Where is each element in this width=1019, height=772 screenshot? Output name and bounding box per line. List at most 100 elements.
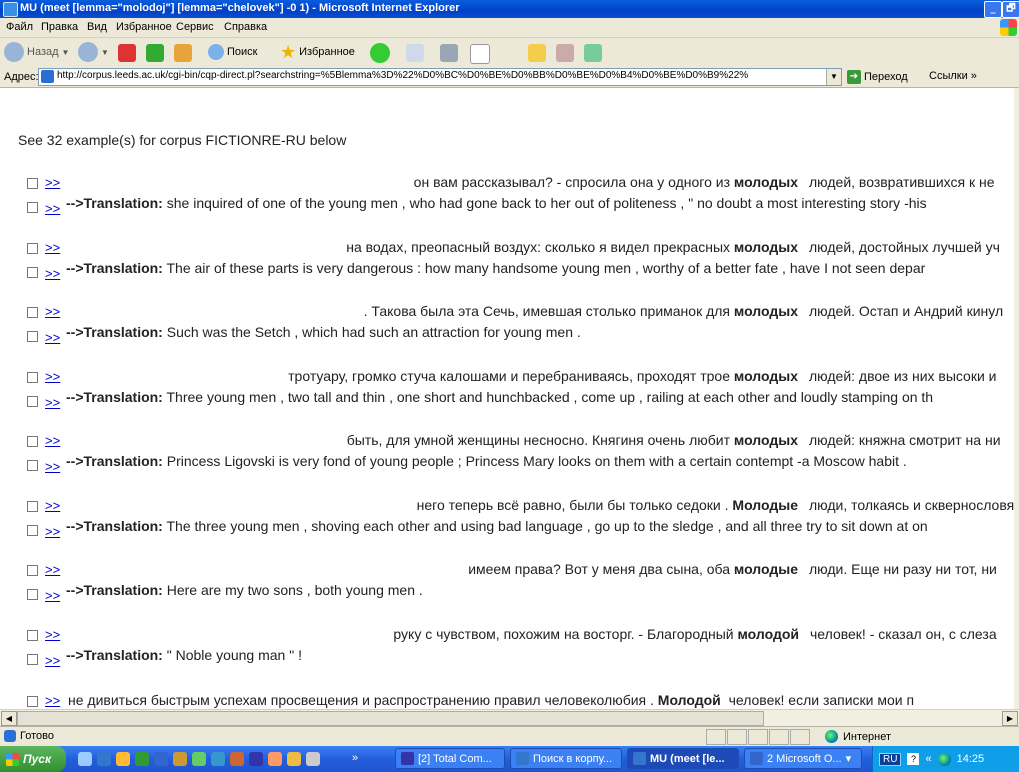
menu-view[interactable]: Вид xyxy=(87,21,107,33)
translation-label: -->Translation: xyxy=(66,389,163,405)
expand-link[interactable]: >> xyxy=(45,433,60,448)
word-icon[interactable] xyxy=(154,752,168,766)
language-indicator[interactable]: RU xyxy=(879,752,902,766)
expand-link[interactable]: >> xyxy=(45,562,60,577)
folder-icon[interactable] xyxy=(528,44,546,62)
network-icon xyxy=(937,752,951,766)
quicklaunch-chevron[interactable]: » xyxy=(352,752,358,764)
mail-icon[interactable] xyxy=(406,44,424,62)
toolbar: Назад ▼ ▼ Поиск ★ Избранное xyxy=(0,38,1019,68)
save-icon[interactable] xyxy=(249,752,263,766)
select-checkbox[interactable] xyxy=(27,307,38,318)
desktop-icon[interactable] xyxy=(78,752,92,766)
stop-icon[interactable] xyxy=(118,44,136,62)
search-button[interactable]: Поиск xyxy=(208,41,257,63)
messenger-icon[interactable] xyxy=(584,44,602,62)
edit-icon[interactable] xyxy=(470,44,490,64)
translation-text: Such was the Setch , which had such an a… xyxy=(166,324,581,340)
ie-quicklaunch-icon[interactable] xyxy=(97,752,111,766)
refresh-icon[interactable] xyxy=(146,44,164,62)
app-icon[interactable] xyxy=(287,752,301,766)
expand-link[interactable]: >> xyxy=(45,395,60,410)
select-checkbox[interactable] xyxy=(27,202,38,213)
select-checkbox[interactable] xyxy=(27,331,38,342)
vertical-scrollbar[interactable] xyxy=(1014,88,1019,709)
scroll-left-icon[interactable]: ◀ xyxy=(1,711,17,726)
task-microsoft-office[interactable]: 2 Microsoft O... ▾ xyxy=(744,748,862,769)
translation-text: Three young men , two tall and thin , on… xyxy=(166,389,934,405)
scroll-thumb[interactable] xyxy=(17,711,764,726)
select-checkbox[interactable] xyxy=(27,243,38,254)
select-checkbox[interactable] xyxy=(27,501,38,512)
expand-link[interactable]: >> xyxy=(45,175,60,190)
select-checkbox[interactable] xyxy=(27,654,38,665)
expand-link[interactable]: >> xyxy=(45,498,60,513)
select-checkbox[interactable] xyxy=(27,630,38,641)
quick-launch xyxy=(78,752,320,766)
translation-row: >> -->Translation: Three young men , two … xyxy=(0,388,1014,410)
app-icon[interactable] xyxy=(173,752,187,766)
print-icon[interactable] xyxy=(440,44,458,62)
expand-link[interactable]: >> xyxy=(45,330,60,345)
translation-row: >> -->Translation: The three young men , … xyxy=(0,517,1014,539)
outlook-icon[interactable] xyxy=(116,752,130,766)
start-button[interactable]: Пуск xyxy=(0,746,66,772)
select-checkbox[interactable] xyxy=(27,589,38,600)
task-label: Поиск в корпу... xyxy=(533,752,613,765)
maximize-button[interactable]: 🗗 xyxy=(1002,1,1019,18)
app-icon[interactable] xyxy=(192,752,206,766)
select-checkbox[interactable] xyxy=(27,436,38,447)
scroll-right-icon[interactable]: ▶ xyxy=(1002,711,1018,726)
translation-label: -->Translation: xyxy=(66,195,163,211)
translation-line: -->Translation: " Noble young man " ! xyxy=(66,647,302,663)
minimize-button[interactable]: _ xyxy=(984,1,1002,18)
expand-link[interactable]: >> xyxy=(45,653,60,668)
horizontal-scrollbar[interactable]: ◀ ▶ xyxy=(0,709,1019,726)
help-icon[interactable]: ? xyxy=(907,753,920,765)
menu-file[interactable]: Файл xyxy=(6,21,33,33)
task-total-commander[interactable]: [2] Total Com... xyxy=(395,748,505,769)
expand-link[interactable]: >> xyxy=(45,266,60,281)
menu-tools[interactable]: Сервис xyxy=(176,21,214,33)
back-button[interactable]: Назад ▼ xyxy=(4,41,69,63)
select-checkbox[interactable] xyxy=(27,267,38,278)
select-checkbox[interactable] xyxy=(27,525,38,536)
home-icon[interactable] xyxy=(174,44,192,62)
menu-edit[interactable]: Правка xyxy=(41,21,78,33)
select-checkbox[interactable] xyxy=(27,565,38,576)
expand-link[interactable]: >> xyxy=(45,304,60,319)
favorites-button[interactable]: ★ Избранное xyxy=(280,41,355,63)
excel-icon[interactable] xyxy=(135,752,149,766)
app-icon[interactable] xyxy=(230,752,244,766)
menu-favorites[interactable]: Избранное xyxy=(116,21,172,33)
app-icon[interactable] xyxy=(211,752,225,766)
select-checkbox[interactable] xyxy=(27,178,38,189)
select-checkbox[interactable] xyxy=(27,396,38,407)
select-checkbox[interactable] xyxy=(27,460,38,471)
task-search-corpus[interactable]: Поиск в корпу... xyxy=(510,748,622,769)
address-dropdown-icon[interactable]: ▼ xyxy=(826,69,841,85)
select-checkbox[interactable] xyxy=(27,696,38,707)
app-icon[interactable] xyxy=(306,752,320,766)
expand-link[interactable]: >> xyxy=(45,201,60,216)
expand-link[interactable]: >> xyxy=(45,524,60,539)
address-input[interactable]: http://corpus.leeds.ac.uk/cgi-bin/cqp-di… xyxy=(38,68,842,86)
expand-link[interactable]: >> xyxy=(45,588,60,603)
expand-link[interactable]: >> xyxy=(45,693,60,708)
translation-row: >> -->Translation: " Noble young man " ! xyxy=(0,646,1014,668)
tray-expand-button[interactable]: « xyxy=(925,753,931,765)
app-icon[interactable] xyxy=(268,752,282,766)
research-icon[interactable] xyxy=(556,44,574,62)
links-button[interactable]: Ссылки » xyxy=(929,70,977,82)
expand-link[interactable]: >> xyxy=(45,240,60,255)
expand-link[interactable]: >> xyxy=(45,627,60,642)
go-button[interactable]: ➔ Переход xyxy=(847,70,908,84)
expand-link[interactable]: >> xyxy=(45,369,60,384)
forward-button[interactable]: ▼ xyxy=(78,41,109,63)
expand-link[interactable]: >> xyxy=(45,459,60,474)
status-panel xyxy=(748,729,768,745)
menu-help[interactable]: Справка xyxy=(224,21,267,33)
history-icon[interactable] xyxy=(370,43,390,63)
task-mu-active[interactable]: MU (meet [le... xyxy=(627,748,739,769)
select-checkbox[interactable] xyxy=(27,372,38,383)
